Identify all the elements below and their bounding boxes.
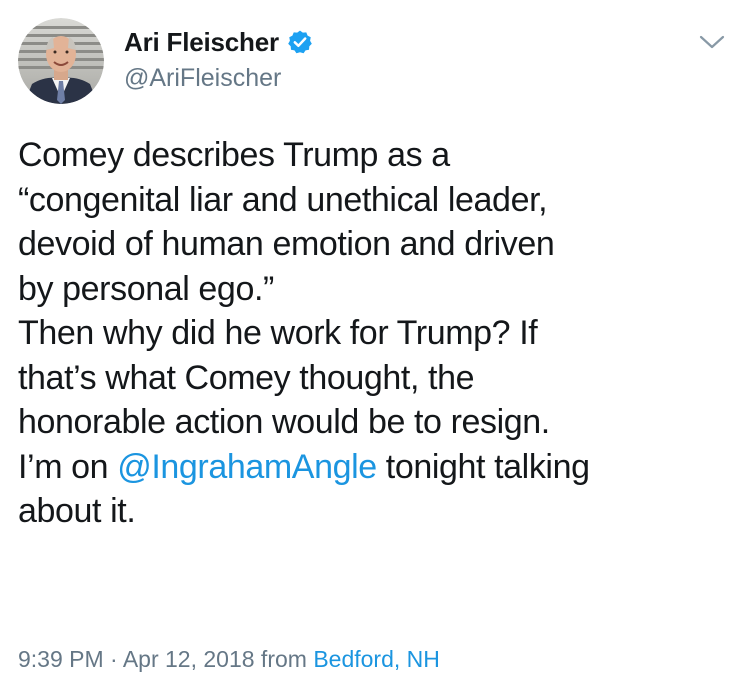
tweet-time[interactable]: 9:39 PM bbox=[18, 646, 104, 672]
tweet-text: Comey describes Trump as a “congenital l… bbox=[18, 133, 730, 534]
tweet-text-line: devoid of human emotion and driven bbox=[18, 225, 555, 263]
mention-prefix: I’m on bbox=[18, 447, 118, 486]
tweet-text-line: honorable action would be to resign. bbox=[18, 403, 550, 441]
tweet-text-line: that’s what Comey thought, the bbox=[18, 358, 475, 397]
tweet-text-line: by personal ego.” bbox=[18, 269, 274, 308]
handle[interactable]: @AriFleischer bbox=[124, 64, 313, 93]
display-name[interactable]: Ari Fleischer bbox=[124, 27, 279, 58]
name-row: Ari Fleischer bbox=[124, 22, 313, 62]
tweet-meta: 9:39 PM · Apr 12, 2018 from Bedford, NH bbox=[18, 646, 440, 673]
mention-suffix: tonight talking bbox=[376, 447, 590, 486]
chevron-down-icon[interactable] bbox=[698, 32, 726, 52]
tweet-text-line: Comey describes Trump as a bbox=[18, 136, 450, 174]
tweet-date[interactable]: Apr 12, 2018 bbox=[123, 646, 255, 672]
tweet-text-line: Then why did he work for Trump? If bbox=[18, 314, 538, 352]
from-label: from bbox=[254, 646, 314, 672]
tweet-card: Ari Fleischer @AriFleischer Comey descri… bbox=[0, 0, 750, 698]
location-link[interactable]: Bedford, NH bbox=[313, 646, 440, 672]
tweet-text-line: about it. bbox=[18, 492, 136, 530]
verified-badge-icon bbox=[287, 29, 313, 55]
avatar-image bbox=[18, 18, 104, 104]
avatar[interactable] bbox=[18, 18, 104, 104]
tweet-text-line-mention: I’m on @IngrahamAngle tonight talking bbox=[18, 445, 730, 490]
meta-separator: · bbox=[103, 646, 123, 672]
author-block[interactable]: Ari Fleischer @AriFleischer bbox=[124, 22, 313, 93]
tweet-text-line: “congenital liar and unethical leader, bbox=[18, 180, 548, 219]
mention-link[interactable]: @IngrahamAngle bbox=[117, 448, 377, 486]
